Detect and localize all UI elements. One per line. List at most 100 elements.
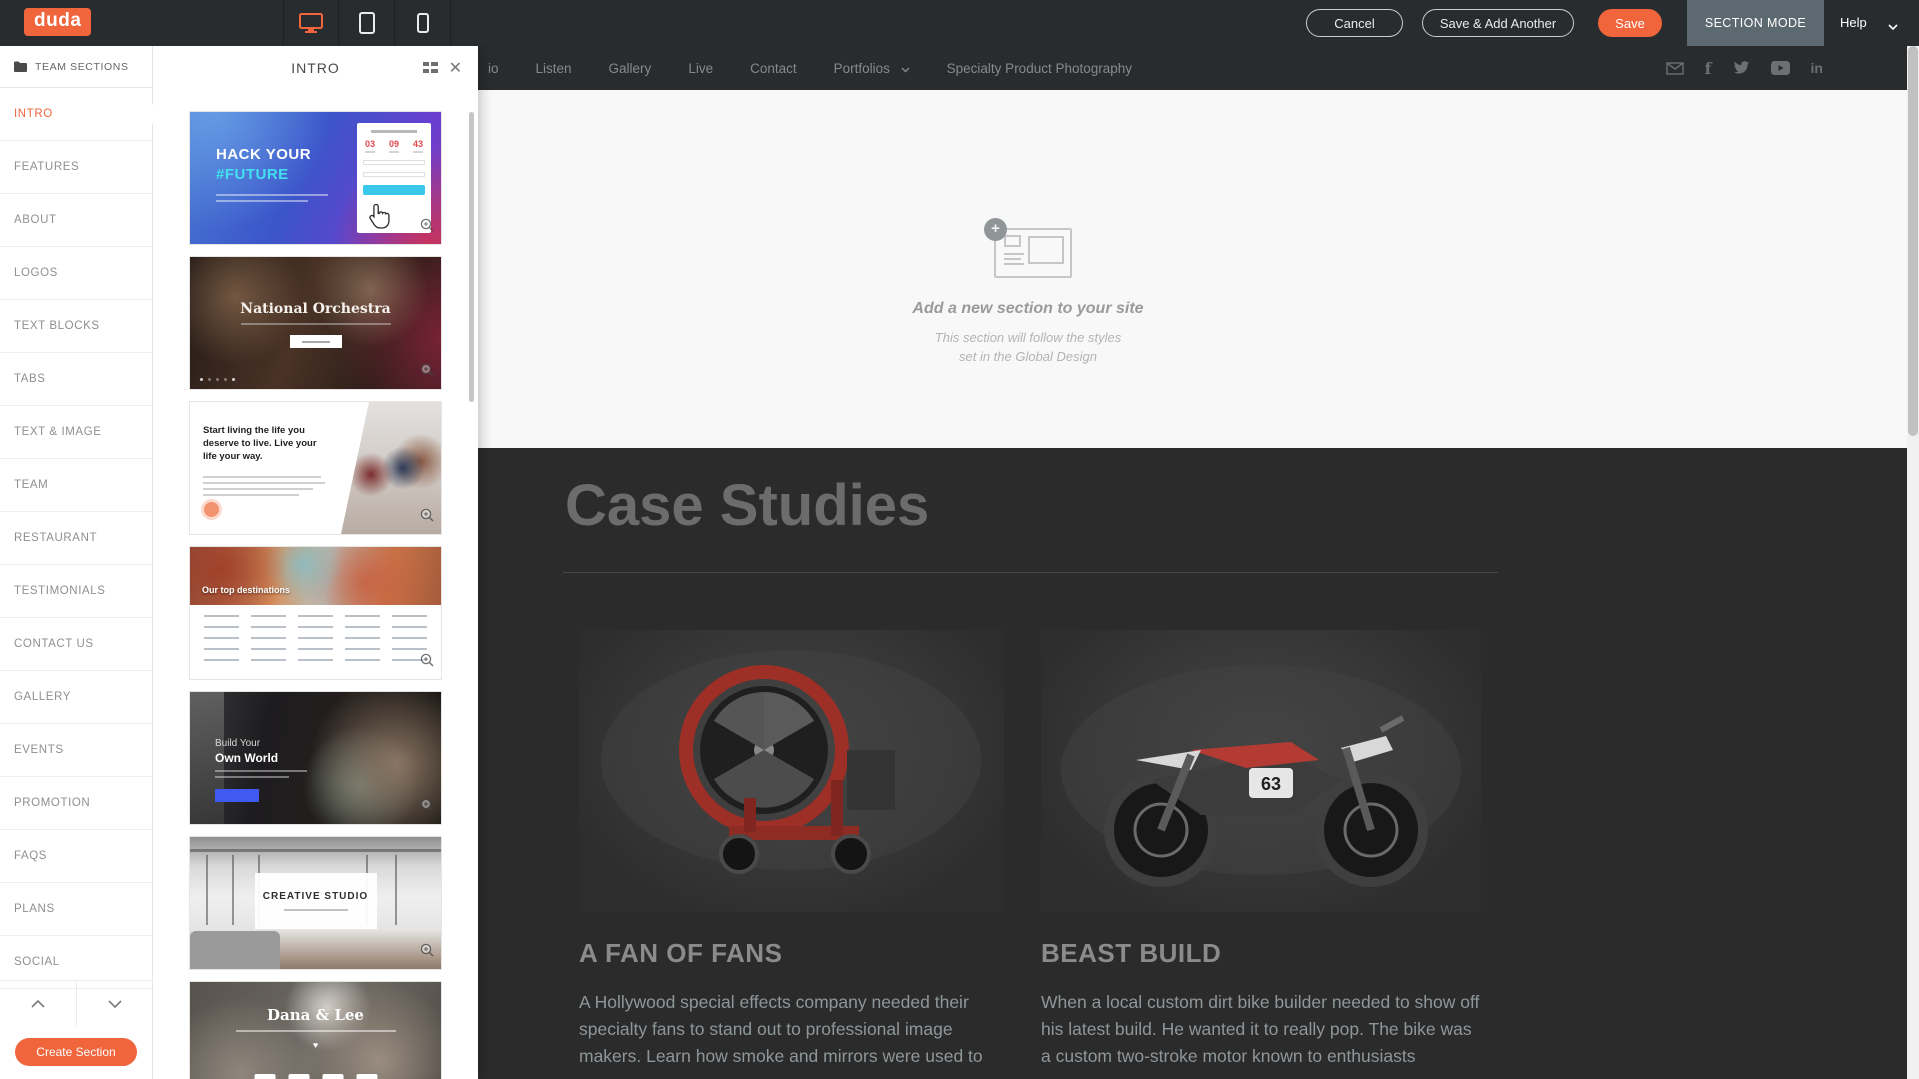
zoom-preview-icon[interactable] [420, 798, 435, 818]
sections-sidebar: TEAM SECTIONS INTRO FEATURES ABOUT LOGOS… [0, 46, 153, 1079]
zoom-preview-icon[interactable] [420, 653, 435, 673]
add-section-icon: + [984, 222, 1072, 278]
sidebar-header: TEAM SECTIONS [0, 46, 152, 88]
sidebar-item-faqs[interactable]: FAQS [0, 830, 152, 883]
sidebar-header-label: TEAM SECTIONS [35, 61, 129, 73]
fan-photo [579, 630, 1004, 912]
sidebar-item-promotion[interactable]: PROMOTION [0, 777, 152, 830]
sidebar-item-tabs[interactable]: TABS [0, 353, 152, 406]
desktop-view-button[interactable] [283, 0, 339, 46]
plus-icon: + [984, 218, 1007, 241]
placeholder-title: Add a new section to your site [868, 300, 1188, 318]
sidebar-item-gallery[interactable]: GALLERY [0, 671, 152, 724]
studio-card: CREATIVE STUDIO [255, 873, 377, 929]
case-studies-section: Case Studies [478, 448, 1907, 1079]
countdown-boxes [254, 1074, 377, 1079]
template-title: National Orchestra [190, 301, 441, 317]
site-preview-canvas: io Listen Gallery Live Contact Portfolio… [478, 46, 1907, 1079]
email-icon[interactable] [1666, 62, 1684, 75]
sidebar-item-intro[interactable]: INTRO [0, 88, 152, 141]
sidebar-item-contact-us[interactable]: CONTACT US [0, 618, 152, 671]
nav-item-gallery[interactable]: Gallery [609, 61, 652, 76]
panel-header: INTRO ✕ [153, 46, 478, 90]
zoom-preview-icon[interactable] [420, 508, 435, 528]
zoom-preview-icon[interactable] [420, 363, 435, 383]
nav-item-listen[interactable]: Listen [536, 61, 572, 76]
sidebar-item-restaurant[interactable]: RESTAURANT [0, 512, 152, 565]
close-icon[interactable]: ✕ [449, 58, 462, 78]
sidebar-item-logos[interactable]: LOGOS [0, 247, 152, 300]
grid-view-icon[interactable] [423, 61, 438, 79]
desktop-icon [298, 12, 324, 34]
folder-icon [14, 61, 27, 72]
save-and-add-another-button[interactable]: Save & Add Another [1422, 9, 1574, 37]
intro-sections-panel: INTRO ✕ HACK YOUR #FUTURE 03 09 43 [153, 46, 478, 1079]
template-top-destinations[interactable]: Our top destinations [190, 547, 441, 679]
case-study-card-fan: A FAN OF FANS A Hollywood special effect… [579, 630, 1004, 1070]
sidebar-item-testimonials[interactable]: TESTIMONIALS [0, 565, 152, 618]
card-title: BEAST BUILD [1041, 938, 1481, 969]
template-creative-studio[interactable]: CREATIVE STUDIO [190, 837, 441, 969]
sidebar-item-team[interactable]: TEAM [0, 459, 152, 512]
svg-text:63: 63 [1261, 774, 1281, 794]
template-title: Dana & Lee [190, 1006, 441, 1024]
template-list: HACK YOUR #FUTURE 03 09 43 National Orch… [153, 96, 478, 1079]
page-scrollbar[interactable] [1907, 46, 1919, 1079]
countdown-value: 43 [413, 139, 423, 149]
tablet-view-button[interactable] [339, 0, 395, 46]
sidebar-item-features[interactable]: FEATURES [0, 141, 152, 194]
sidebar-item-plans[interactable]: PLANS [0, 883, 152, 936]
panel-scrollbar-thumb[interactable] [469, 112, 474, 402]
facebook-icon[interactable]: f [1705, 59, 1712, 78]
nav-item-live[interactable]: Live [688, 61, 713, 76]
mobile-view-button[interactable] [395, 0, 451, 46]
sidebar-pager [0, 980, 153, 1026]
nav-item-truncated[interactable]: io [488, 61, 499, 76]
linkedin-icon[interactable]: in [1811, 60, 1823, 76]
template-heading: Start living the life you deserve to liv… [203, 424, 333, 463]
chevron-up-icon [31, 1000, 45, 1008]
scroll-down-button[interactable] [77, 981, 153, 1026]
help-menu[interactable]: Help [1840, 15, 1867, 30]
zoom-preview-icon[interactable] [420, 943, 435, 963]
template-dana-and-lee[interactable]: Dana & Lee ♥ [190, 982, 441, 1079]
page-scrollbar-thumb[interactable] [1908, 46, 1918, 436]
template-heading: Own World [215, 751, 278, 765]
nav-item-portfolios[interactable]: Portfolios [834, 61, 910, 76]
countdown-widget: 03 09 43 [357, 123, 431, 233]
card-text: A Hollywood special effects company need… [579, 989, 1004, 1070]
mobile-icon [417, 13, 429, 33]
template-heading: Build Your [215, 738, 260, 749]
scroll-up-button[interactable] [0, 981, 77, 1026]
device-switcher [283, 0, 451, 46]
section-title: Case Studies [565, 472, 929, 539]
youtube-icon[interactable] [1771, 61, 1790, 75]
save-button[interactable]: Save [1598, 9, 1662, 37]
chevron-down-icon [108, 1000, 122, 1008]
template-national-orchestra[interactable]: National Orchestra [190, 257, 441, 389]
button-sketch [290, 335, 342, 348]
add-section-placeholder[interactable]: + Add a new section to your site This se… [868, 222, 1188, 366]
sidebar-item-about[interactable]: ABOUT [0, 194, 152, 247]
sidebar-item-text-image[interactable]: TEXT & IMAGE [0, 406, 152, 459]
nav-item-specialty[interactable]: Specialty Product Photography [947, 61, 1132, 76]
chevron-down-icon [901, 61, 910, 76]
template-build-your-own-world[interactable]: Build Your Own World [190, 692, 441, 824]
accent-dot [204, 502, 219, 517]
site-navigation-bar: io Listen Gallery Live Contact Portfolio… [478, 46, 1907, 90]
create-section-button[interactable]: Create Section [15, 1038, 137, 1066]
sidebar-item-events[interactable]: EVENTS [0, 724, 152, 777]
nav-item-contact[interactable]: Contact [750, 61, 797, 76]
button-sketch [215, 789, 259, 802]
case-study-card-bike: 63 BEAST BUILD When a local custom dirt … [1041, 630, 1481, 1070]
zoom-preview-icon[interactable] [420, 218, 435, 238]
template-hack-your-future[interactable]: HACK YOUR #FUTURE 03 09 43 [190, 112, 441, 244]
carousel-dots [200, 378, 235, 381]
sidebar-item-text-blocks[interactable]: TEXT BLOCKS [0, 300, 152, 353]
chevron-down-icon[interactable] [1888, 17, 1898, 35]
countdown-value: 03 [365, 139, 375, 149]
cancel-button[interactable]: Cancel [1306, 9, 1403, 37]
countdown-value: 09 [389, 139, 399, 149]
template-start-living[interactable]: Start living the life you deserve to liv… [190, 402, 441, 534]
twitter-icon[interactable] [1733, 61, 1750, 75]
